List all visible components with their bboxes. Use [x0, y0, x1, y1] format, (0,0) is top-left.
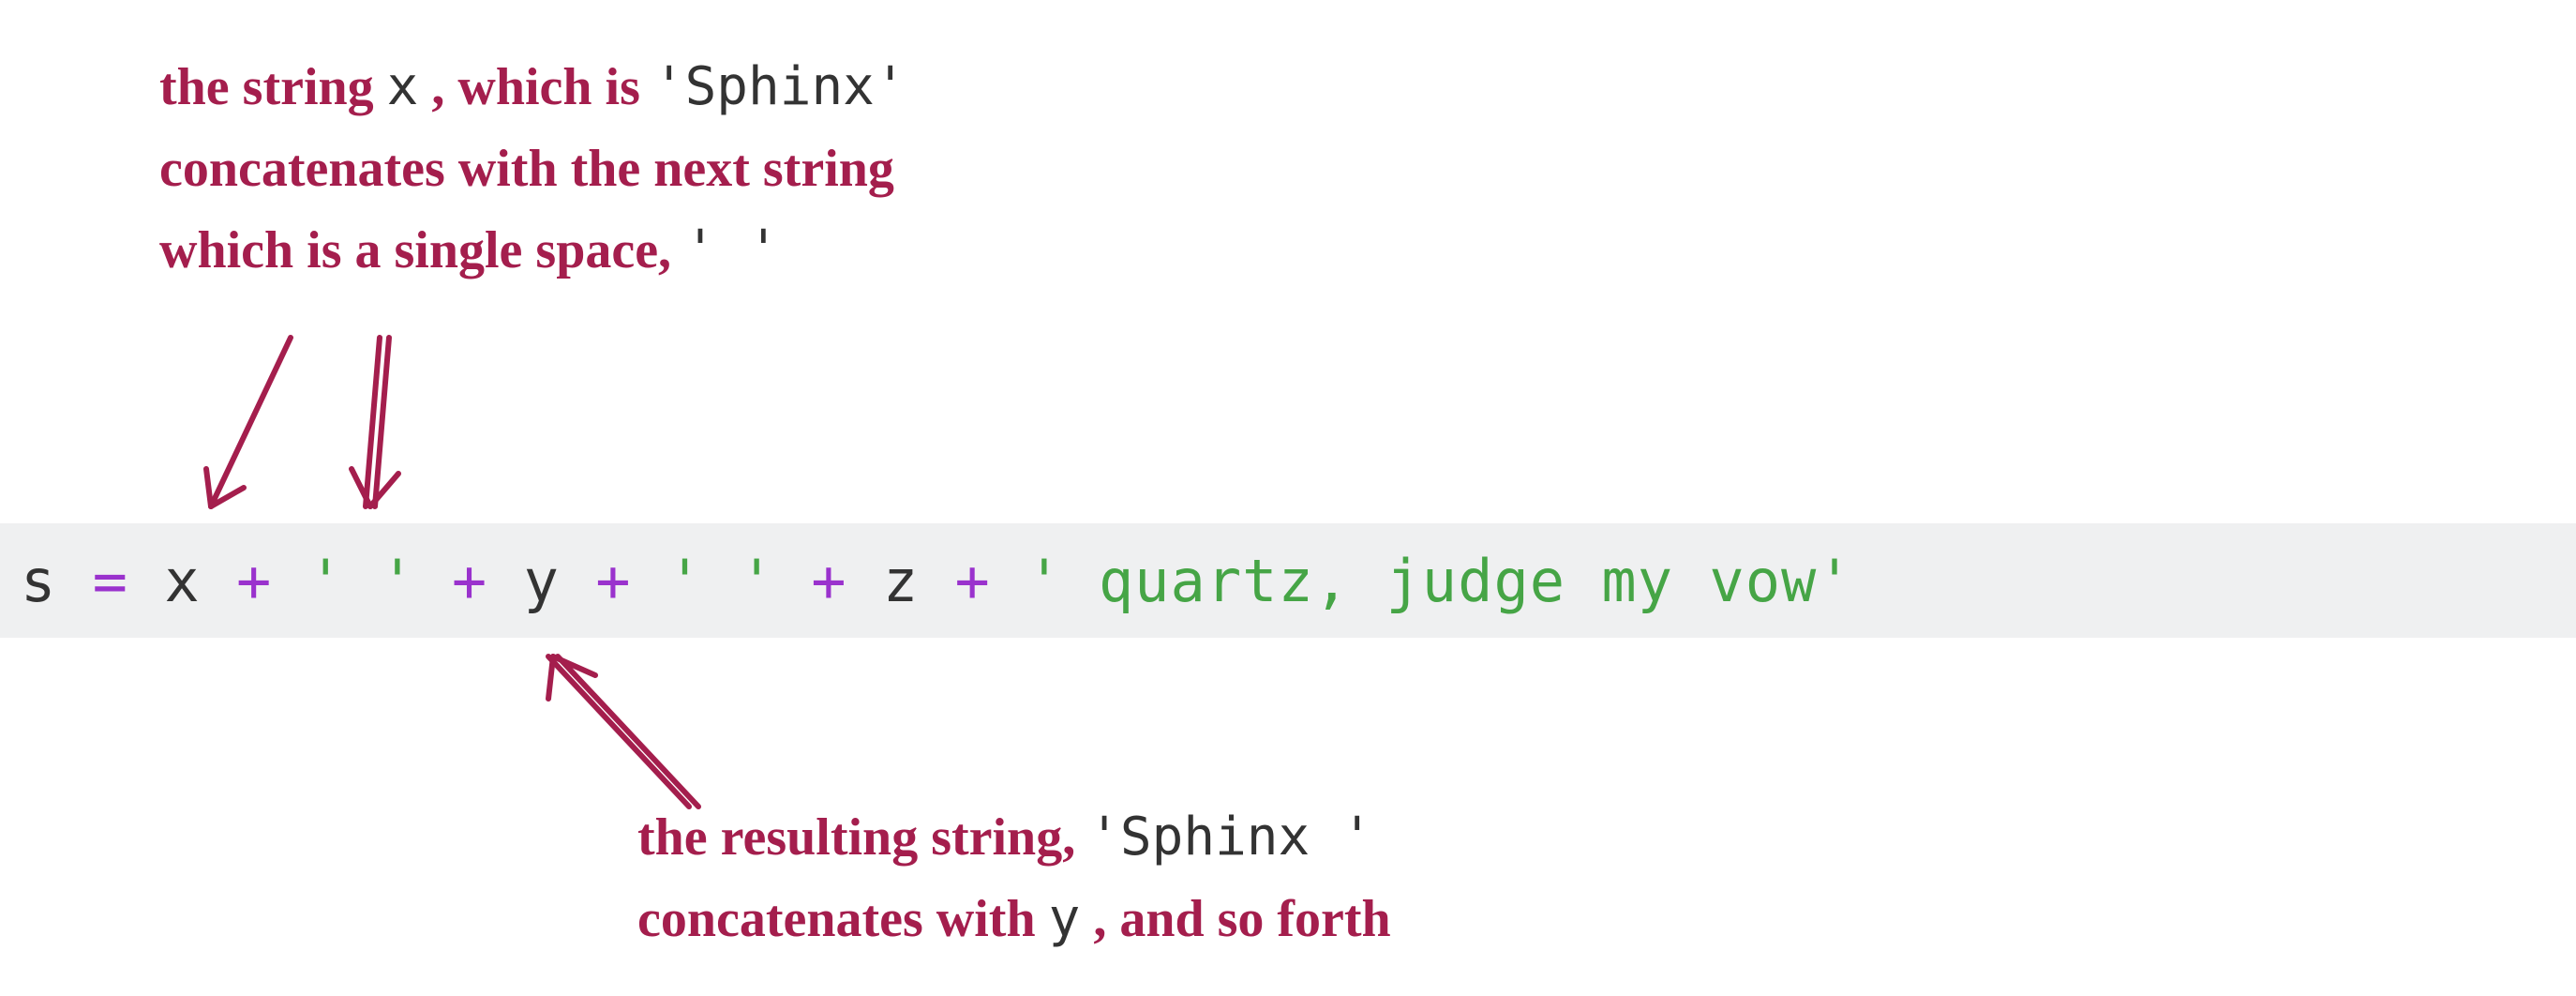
arrow-to-plus-y-icon: [511, 638, 717, 816]
anno-var-y: y: [1049, 888, 1081, 949]
anno-literal-space: ' ': [684, 219, 779, 280]
code-op-plus: +: [416, 547, 524, 615]
code-op-plus: +: [201, 547, 308, 615]
anno-text: the resulting string,: [637, 808, 1075, 867]
annotation-bottom-line1: the resulting string, 'Sphinx ': [637, 797, 1391, 879]
annotation-bottom-line2: concatenates with y , and so forth: [637, 879, 1391, 960]
anno-literal-sphinx-space: 'Sphinx ': [1088, 807, 1372, 868]
anno-text: , and so forth: [1093, 890, 1390, 948]
code-op-plus: +: [919, 547, 1026, 615]
arrow-to-space-icon: [314, 328, 445, 535]
anno-text: concatenates with: [637, 890, 1036, 948]
code-var-x: x: [164, 547, 200, 615]
code-str-space2: ' ': [667, 547, 775, 615]
code-op-plus: +: [560, 547, 667, 615]
code-str-space1: ' ': [308, 547, 416, 615]
annotation-top: the string x , which is 'Sphinx' concate…: [159, 47, 906, 291]
anno-text: , which is: [431, 58, 640, 116]
anno-text: which is a single space,: [159, 221, 671, 279]
annotation-top-line2: concatenates with the next string: [159, 128, 906, 210]
annotation-top-line1: the string x , which is 'Sphinx': [159, 47, 906, 128]
annotation-top-line3: which is a single space, ' ': [159, 210, 906, 292]
code-block: s = x + ' ' + y + ' ' + z + ' quartz, ju…: [0, 523, 2576, 638]
code-str-quartz: ' quartz, judge my vow': [1026, 547, 1853, 615]
anno-var-x: x: [387, 56, 419, 117]
code-var-y: y: [524, 547, 560, 615]
code-var-s: s: [21, 547, 56, 615]
code-op-eq: =: [56, 547, 164, 615]
code-op-plus: +: [775, 547, 883, 615]
anno-text: the string: [159, 58, 374, 116]
annotation-bottom: the resulting string, 'Sphinx ' concaten…: [637, 797, 1391, 960]
arrow-to-x-icon: [178, 328, 319, 535]
anno-literal-sphinx: 'Sphinx': [653, 56, 906, 117]
code-var-z: z: [883, 547, 919, 615]
